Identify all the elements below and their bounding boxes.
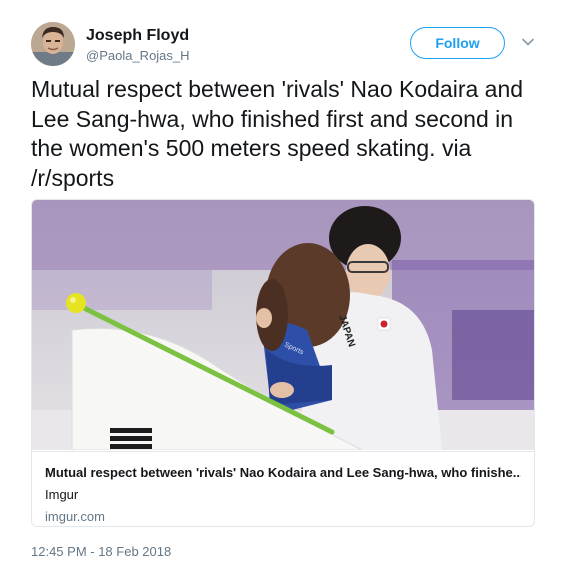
card-body[interactable]: Mutual respect between 'rivals' Nao Koda… [32,451,534,526]
card-description: Imgur [45,487,79,502]
chevron-down-icon[interactable] [521,35,535,49]
tweet-text: Mutual respect between 'rivals' Nao Koda… [31,76,524,191]
card-title[interactable]: Mutual respect between 'rivals' Nao Koda… [45,464,521,481]
author-name[interactable]: Joseph Floyd [86,26,190,45]
skaters-photo: JAPAN Sports [32,200,534,450]
card-domain: imgur.com [45,509,105,524]
tweet-timestamp[interactable]: 12:45 PM - 18 Feb 2018 [31,544,171,559]
follow-button[interactable]: Follow [410,27,505,59]
tweet-header: Joseph Floyd @Paola_Rojas_H Follow [31,22,541,68]
card-image[interactable]: JAPAN Sports [32,200,534,450]
author-handle[interactable]: @Paola_Rojas_H [86,47,190,65]
avatar[interactable] [31,22,75,66]
avatar-photo [31,22,75,66]
author-info: Joseph Floyd @Paola_Rojas_H [86,26,190,65]
link-card[interactable]: JAPAN Sports Mutual respect between 'riv… [31,199,535,527]
